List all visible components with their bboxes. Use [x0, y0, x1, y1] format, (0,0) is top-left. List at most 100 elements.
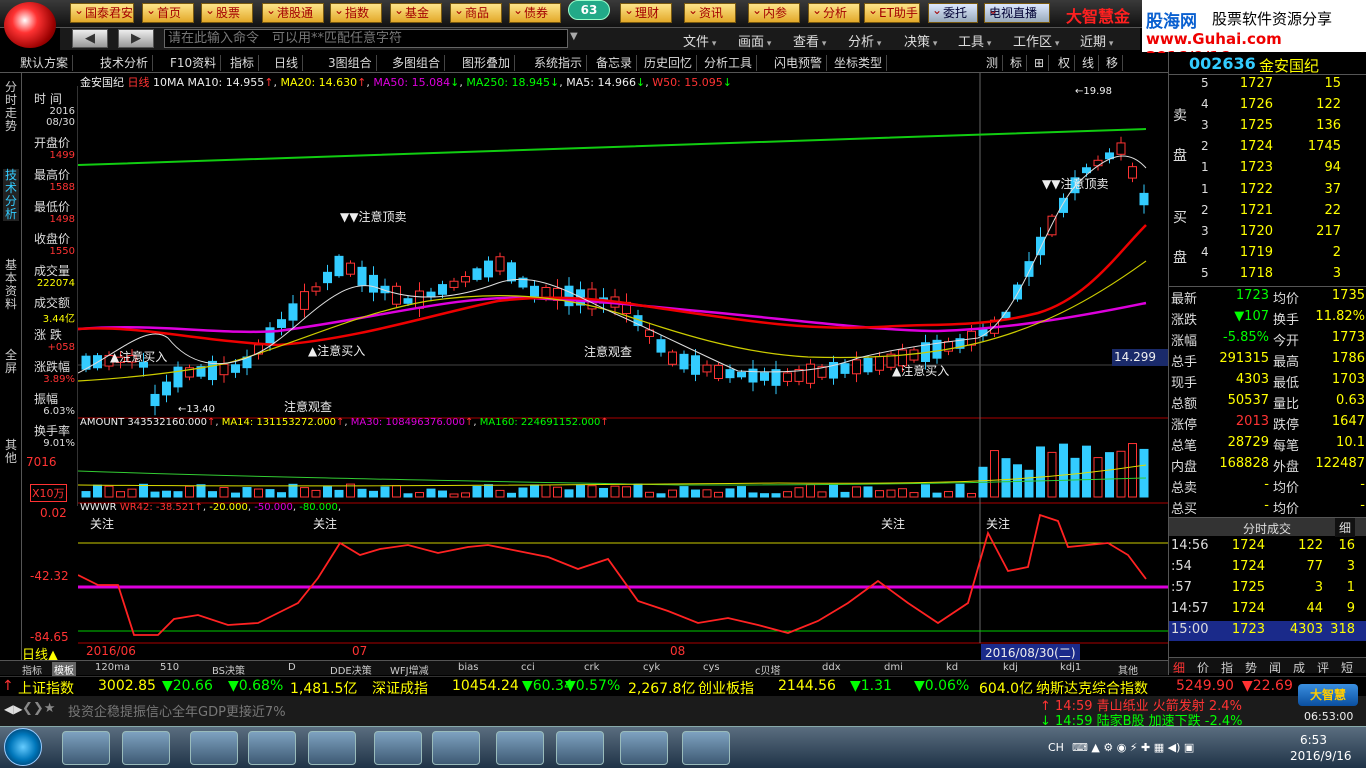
btab-dde[interactable]: DDE决策: [330, 662, 372, 677]
tool-grid[interactable]: ⊞: [1030, 55, 1050, 71]
tool-3chart[interactable]: 3图组合: [324, 55, 377, 71]
news-headline[interactable]: 投资企稳提振信心全年GDP更接近7%: [68, 701, 286, 720]
btab-kdj[interactable]: kdj: [1003, 662, 1018, 673]
top-btn-home[interactable]: 首页: [142, 3, 194, 23]
quote-tab[interactable]: 细: [1173, 659, 1185, 676]
quote-tab[interactable]: 势: [1245, 659, 1257, 676]
tool-memo[interactable]: 备忘录: [592, 55, 638, 71]
tool-line[interactable]: 线: [1078, 55, 1100, 71]
taskbar-media-icon[interactable]: [62, 731, 110, 765]
taskbar-image-icon[interactable]: [682, 731, 730, 765]
top-btn-index[interactable]: 指数: [330, 3, 382, 23]
btab-kd[interactable]: kd: [946, 662, 958, 673]
menu-tools[interactable]: 工具: [958, 31, 991, 50]
menu-file[interactable]: 文件: [683, 31, 716, 50]
top-btn-tv[interactable]: 电视直播: [984, 3, 1050, 23]
taskbar-ie-icon[interactable]: [122, 731, 170, 765]
top-btn-fund[interactable]: 基金: [390, 3, 442, 23]
btab-crk[interactable]: crk: [584, 662, 599, 673]
btab-wfj[interactable]: WFJ增减: [390, 662, 429, 677]
top-btn-analysis[interactable]: 分析: [808, 3, 860, 23]
sell-price[interactable]: 1723: [1221, 160, 1273, 175]
notification-badge[interactable]: 63: [568, 0, 610, 20]
ticker-index-name[interactable]: 深证成指: [372, 678, 428, 698]
top-btn-hk[interactable]: 港股通: [262, 3, 324, 23]
quote-tab[interactable]: 成: [1293, 659, 1305, 676]
sell-price[interactable]: 1727: [1221, 76, 1273, 91]
back-button[interactable]: ◀: [72, 29, 108, 48]
buy-price[interactable]: 1721: [1221, 203, 1273, 218]
tool-system-hint[interactable]: 系统指示: [530, 55, 588, 71]
tool-overlay[interactable]: 图形叠加: [458, 55, 516, 71]
tool-coord-type[interactable]: 坐标类型: [830, 55, 888, 71]
top-btn-bond[interactable]: 债券: [509, 3, 561, 23]
vtab-other[interactable]: 其他: [3, 439, 19, 465]
menu-screen[interactable]: 画面: [738, 31, 771, 50]
command-dropdown-icon[interactable]: ▼: [570, 31, 578, 42]
buy-price[interactable]: 1719: [1221, 245, 1273, 260]
vtab-tech[interactable]: 技术分析: [3, 169, 19, 221]
btab-indicator[interactable]: 指标: [22, 662, 42, 677]
top-btn-commodity[interactable]: 商品: [450, 3, 502, 23]
app-logo-icon[interactable]: [4, 2, 56, 48]
tool-default-plan[interactable]: 默认方案: [16, 55, 74, 71]
top-btn-guotai[interactable]: 国泰君安: [70, 3, 134, 23]
quote-tab[interactable]: 闻: [1269, 659, 1281, 676]
tool-mark[interactable]: 标: [1006, 55, 1028, 71]
start-button[interactable]: [4, 728, 42, 766]
buy-price[interactable]: 1720: [1221, 224, 1273, 239]
dzh-badge[interactable]: 大智慧: [1298, 684, 1358, 706]
btab-cys[interactable]: cys: [703, 662, 720, 673]
tool-analysis-tools[interactable]: 分析工具: [700, 55, 758, 71]
btab-cyk[interactable]: cyk: [643, 662, 660, 673]
btab-beta[interactable]: c贝塔: [755, 662, 781, 677]
taskbar-paint-icon[interactable]: [620, 731, 668, 765]
taskbar-app-icon[interactable]: [556, 731, 604, 765]
buy-price[interactable]: 1718: [1221, 266, 1273, 281]
btab-other[interactable]: 其他: [1118, 662, 1138, 677]
quote-tab[interactable]: 评: [1317, 659, 1329, 676]
taskbar-editor-icon[interactable]: [496, 731, 544, 765]
taskbar-video-icon[interactable]: [248, 731, 296, 765]
btab-d[interactable]: D: [288, 662, 296, 673]
tool-rights[interactable]: 权: [1054, 55, 1076, 71]
tool-multichart[interactable]: 多图组合: [388, 55, 446, 71]
btab-bias[interactable]: bias: [458, 662, 478, 673]
quote-tab[interactable]: 价: [1197, 659, 1209, 676]
top-btn-insider[interactable]: 内参: [748, 3, 800, 23]
quote-tab[interactable]: 指: [1221, 659, 1233, 676]
vtab-basic[interactable]: 基本资料: [3, 259, 19, 311]
menu-decision[interactable]: 决策: [904, 31, 937, 50]
btab-bs[interactable]: BS决策: [212, 662, 245, 677]
btab-ddx[interactable]: ddx: [822, 662, 841, 673]
menu-workspace[interactable]: 工作区: [1013, 31, 1059, 50]
btab-510[interactable]: 510: [160, 662, 179, 673]
top-btn-news[interactable]: 资讯: [684, 3, 736, 23]
ticks-detail-tab[interactable]: 细: [1335, 518, 1356, 537]
command-input[interactable]: 请在此输入命令 可以用**匹配任意字符: [164, 29, 568, 48]
kline-chart-area[interactable]: [77, 73, 1168, 663]
sell-price[interactable]: 1724: [1221, 139, 1273, 154]
menu-analysis[interactable]: 分析: [848, 31, 881, 50]
btab-dmi[interactable]: dmi: [884, 662, 903, 673]
tray-language[interactable]: CH: [1048, 741, 1064, 754]
tool-tech-analysis[interactable]: 技术分析: [96, 55, 154, 71]
buy-price[interactable]: 1722: [1221, 182, 1273, 197]
btab-kdj1[interactable]: kdj1: [1060, 662, 1081, 673]
menu-view[interactable]: 查看: [793, 31, 826, 50]
menu-recent[interactable]: 近期: [1080, 31, 1113, 50]
btab-120ma[interactable]: 120ma: [95, 662, 130, 673]
ticker-index-name[interactable]: 上证指数: [18, 678, 74, 698]
tool-flash-alert[interactable]: 闪电预警: [770, 55, 828, 71]
top-btn-et[interactable]: ET助手: [864, 3, 920, 23]
vtab-intraday[interactable]: 分时走势: [3, 81, 19, 133]
sell-price[interactable]: 1726: [1221, 97, 1273, 112]
top-btn-stock[interactable]: 股票: [201, 3, 253, 23]
btab-cci[interactable]: cci: [521, 662, 535, 673]
top-btn-finance[interactable]: 理财: [620, 3, 672, 23]
vtab-fullscreen[interactable]: 全屏: [3, 349, 19, 375]
sell-price[interactable]: 1725: [1221, 118, 1273, 133]
tool-daily[interactable]: 日线: [270, 55, 304, 71]
taskbar-folder-icon[interactable]: [190, 731, 238, 765]
tool-f10[interactable]: F10资料: [166, 55, 222, 71]
